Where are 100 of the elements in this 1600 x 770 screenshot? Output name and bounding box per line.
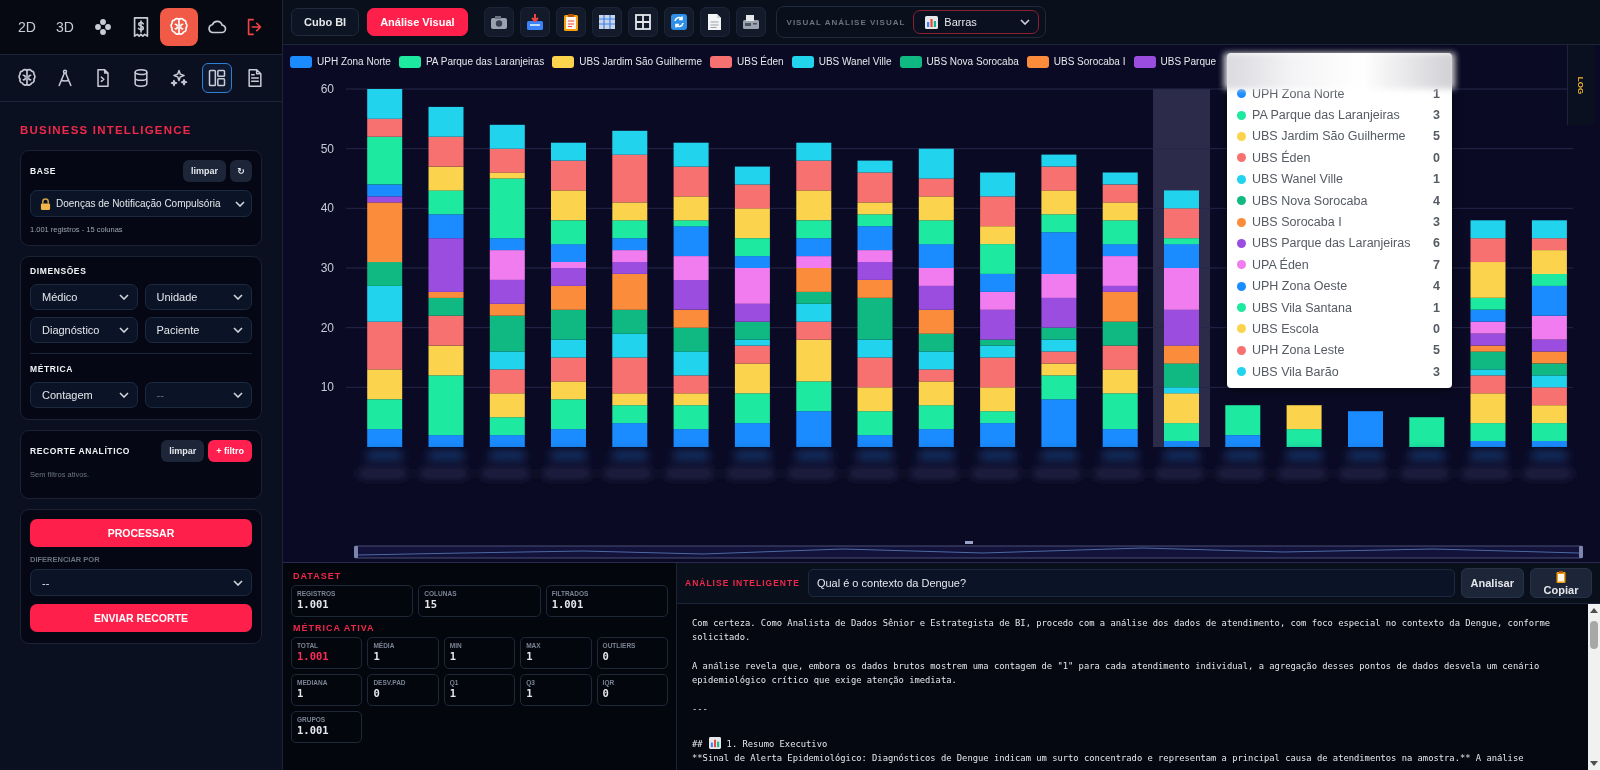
legend-label: UBS Jardim São Guilherme [579, 56, 702, 67]
dropdown-value: Unidade [156, 291, 199, 303]
dropdown[interactable]: -- [144, 382, 252, 408]
dropdown[interactable]: -- [30, 569, 252, 596]
dropdown[interactable]: Médico [30, 284, 138, 310]
clear-button[interactable]: limpar [161, 440, 205, 462]
stat-value: 1 [449, 687, 458, 699]
dropdown[interactable]: Doenças de Notificação Compulsória [30, 190, 252, 217]
series-label: UBS Jardim São Guilherme [1252, 129, 1407, 144]
axis-label: 50 [320, 141, 334, 156]
series-value: 5 [1433, 129, 1440, 144]
series-value: 1 [1433, 172, 1440, 187]
series-label: UBS Vila Barão [1252, 364, 1340, 379]
legend-label: UPH Zona Norte [317, 56, 391, 67]
stat-value: 1.001 [297, 598, 330, 610]
axis-label: 60 [320, 82, 334, 96]
series-label: UPA Éden [1252, 257, 1310, 272]
clear-button[interactable]: limpar [183, 160, 226, 182]
series-value: 4 [1433, 279, 1440, 294]
paragraph: **Sinal de Alerta Epidemiológico: Diagnósticos de Dengue indicam um surto concentrado e representam a principal causa de atendimentos na amostra.** A análise [692, 751, 1525, 765]
add-filter-button[interactable]: + filtro [208, 440, 252, 462]
section-label: MÉTRICA [30, 364, 74, 374]
axis-label: 10 [320, 380, 334, 395]
analyze-button[interactable]: Analisar [1460, 568, 1524, 598]
dropdown[interactable]: Barras [913, 10, 1040, 34]
paragraph: A análise revela que, embora os dados brutos mostrem uma contagem de "1" para cada atendimento individual, a agregação desses pontos de dados desvela um cenário epidemiológico crítico que exige atenção imediata. [692, 660, 1541, 687]
axis-label: 20 [320, 320, 334, 335]
series-label: UBS Wanel Ville [1252, 172, 1344, 187]
series-label: UBS Sorocaba I [1252, 215, 1343, 230]
series-label: UPH Zona Leste [1252, 343, 1346, 358]
section-title: BUSINESS INTELLIGENCE [20, 124, 193, 136]
section-label: BASE [30, 166, 57, 176]
series-value: 0 [1433, 322, 1440, 336]
stat-value: 1 [297, 687, 305, 699]
copy-button[interactable]: Copiar [1530, 568, 1592, 598]
heading-marker: ## [692, 738, 703, 749]
send-button[interactable]: ENVIAR RECORTE [30, 604, 252, 632]
section-title: MÉTRICA ATIVA [293, 623, 376, 633]
series-label: UBS Escola [1252, 322, 1320, 336]
dropdown-value: -- [156, 389, 165, 401]
view-tab[interactable]: Análise Visual [367, 8, 468, 36]
stat-value: 15 [424, 598, 438, 610]
dropdown[interactable]: Paciente [144, 317, 252, 343]
stat-value: 1 [449, 650, 458, 662]
stat-value: 0 [602, 650, 610, 662]
stat-value: 1 [373, 650, 381, 662]
series-value: 3 [1433, 108, 1440, 123]
legend-label: UBS Sorocaba I [1053, 56, 1126, 67]
series-label: PA Parque das Laranjeiras [1252, 108, 1401, 123]
dropdown-value: Doenças de Notificação Compulsória [56, 198, 222, 209]
legend-label: PA Parque das Laranjeiras [425, 56, 545, 67]
dropdown[interactable]: Contagem [30, 382, 138, 408]
legend-label: UBS Nova Sorocaba [926, 56, 1019, 67]
legend-label: UBS Éden [737, 56, 784, 67]
series-value: 1 [1433, 300, 1440, 315]
heading-text: 1. Resumo Executivo [726, 738, 828, 749]
dropdown-value: Contagem [42, 389, 94, 401]
stat-value: 1.001 [297, 650, 330, 662]
dropdown-value: -- [42, 576, 51, 589]
dropdown[interactable]: Unidade [144, 284, 252, 310]
series-value: 7 [1433, 257, 1440, 272]
axis-label: 40 [320, 201, 334, 216]
dropdown-value: Diagnóstico [42, 324, 101, 336]
legend-label: UBS Wanel Ville [818, 56, 892, 67]
axis-label: 30 [320, 261, 334, 275]
series-label: UPH Zona Oeste [1252, 279, 1349, 294]
series-label: UBS Vila Santana [1252, 300, 1353, 315]
stat-value: 1.001 [551, 598, 585, 610]
question-field[interactable]: Qual é o contexto da Dengue? [807, 569, 1455, 597]
series-value: 5 [1433, 343, 1440, 358]
stat-value: 0 [602, 687, 610, 699]
stat-value: 1.001 [297, 724, 330, 736]
series-value: 4 [1433, 193, 1440, 208]
nav-tab[interactable]: 2D [8, 8, 46, 46]
section-label: RECORTE ANALÍTICO [30, 446, 131, 456]
section-title: DATASET [293, 571, 343, 581]
series-label: UBS Éden [1252, 150, 1312, 165]
series-label: UBS Parque das Laranjeiras [1252, 236, 1412, 251]
refresh-button[interactable]: ↻ [230, 160, 252, 182]
series-value: 1 [1433, 86, 1440, 101]
stat-value: 1 [526, 650, 534, 662]
dropdown[interactable]: Diagnóstico [30, 317, 138, 343]
series-value: 3 [1433, 364, 1440, 379]
dropdown-value: Paciente [156, 324, 201, 336]
field-label: VISUAL ANÁLISE VISUAL [786, 17, 906, 27]
series-value: 6 [1433, 236, 1440, 251]
legend-label: UBS Parque [1160, 56, 1217, 67]
series-value: 0 [1433, 150, 1440, 165]
process-button[interactable]: PROCESSAR [30, 519, 252, 547]
nav-tab[interactable]: 3D [46, 8, 84, 46]
log-tab[interactable]: LOG [1567, 45, 1594, 125]
dropdown-value: Barras [944, 16, 978, 28]
stat-value: 1 [526, 687, 534, 699]
series-value: 3 [1433, 215, 1440, 230]
stat-value: 0 [373, 687, 381, 699]
paragraph: --- [692, 703, 709, 717]
view-tab[interactable]: Cubo BI [291, 8, 360, 36]
section-title: ANÁLISE INTELIGENTE [685, 578, 800, 588]
paragraph: Com certeza. Como Analista de Dados Sênior e Estrategista de BI, procedo com a análise dos dados de atendimento, com foco especial no contexto da Dengue, conforme solicitado. [692, 617, 1551, 644]
tab-label: LOG [1576, 76, 1586, 94]
